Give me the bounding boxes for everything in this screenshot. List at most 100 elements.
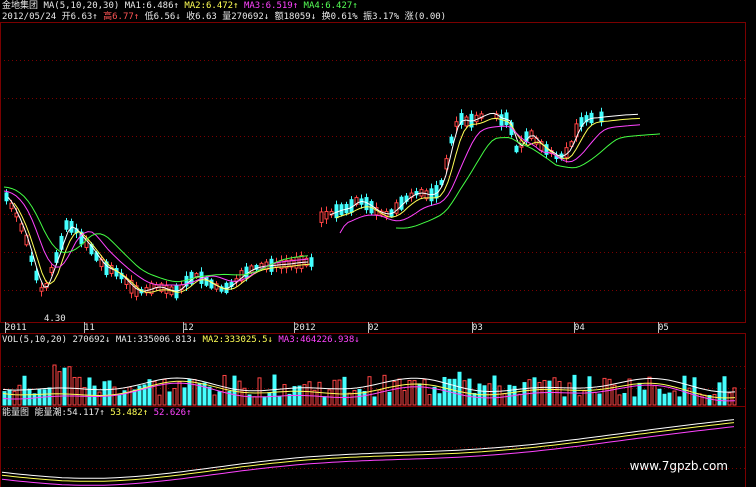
candle-body [324,210,329,220]
volume-bar [692,377,697,406]
candle-body [399,196,404,210]
volume-bar [167,391,172,406]
candle-body [319,211,324,223]
candle-body [114,267,119,277]
volume-bar [567,382,572,406]
volume-bar [237,380,242,406]
volume-bar [427,393,432,406]
volume-bar [502,393,507,406]
volume-bar [697,393,702,406]
volume-bar [172,388,177,406]
volume-bar [62,367,67,406]
volume-bar [382,374,387,406]
volume-bar [517,393,522,406]
volume-bar [192,378,197,406]
volume-bar [352,389,357,406]
candle-body [4,192,9,202]
volume-bar [337,379,342,406]
volume-bar [107,380,112,406]
volume-bar [177,381,182,406]
volume-bar [357,388,362,406]
volume-bar [402,390,407,406]
volume-bar [672,390,677,406]
volume-bar [322,396,327,406]
volume-bar [342,376,347,406]
volume-bar [617,394,622,406]
volume-bar [727,392,732,406]
volume-bar [587,376,592,406]
volume-bar [677,396,682,406]
stock-chart[interactable] [0,0,756,487]
volume-bar [537,382,542,406]
candle-body [464,116,469,127]
volume-bar [117,395,122,406]
volume-bar [317,381,322,406]
candle-body [514,145,519,153]
volume-bar [32,393,37,406]
volume-bar [77,376,82,406]
volume-bar [527,379,532,406]
volume-bar [497,385,502,406]
volume-bar [52,364,57,406]
volume-bar [267,392,272,406]
volume-bar [257,377,262,406]
volume-bar [197,383,202,406]
candle-body [449,136,454,144]
volume-bar [207,386,212,406]
panel-frame [0,406,746,487]
volume-bar [252,396,257,406]
ma2-line [335,117,641,219]
volume-bar [482,385,487,406]
volume-bar [612,384,617,406]
volume-bar [422,379,427,406]
volume-bar [472,392,477,406]
obv-line [1,419,735,479]
volume-bar [452,378,457,406]
volume-bar [437,393,442,406]
volume-bar [557,380,562,406]
volume-bar [547,380,552,406]
volume-bar [732,387,737,406]
volume-bar [12,390,17,406]
volume-bar [332,379,337,406]
volume-bar [657,388,662,406]
candle-body [434,185,439,199]
volume-bar [102,381,107,406]
candle-body [49,267,54,273]
candle-body [334,204,339,219]
volume-bar [307,381,312,406]
candle-body [39,287,44,292]
volume-bar [562,396,567,406]
volume-bar [717,382,722,406]
volume-bar [7,389,12,406]
volume-bar [222,374,227,406]
volume-bar [372,396,377,406]
volume-bar [507,384,512,406]
candle-body [454,121,459,127]
volume-bar [212,394,217,406]
volume-bar [397,378,402,406]
volume-bar [642,389,647,406]
volume-bar [392,381,397,406]
volume-bar [217,391,222,406]
volume-bar [27,388,32,406]
volume-bar [347,392,352,406]
volume-bar [627,378,632,406]
volume-bar [277,395,282,406]
volume-bar [492,375,497,406]
panel-frame [0,22,746,323]
volume-bar [182,387,187,406]
volume-bar [682,375,687,406]
volume-bar [592,391,597,406]
volume-bar [147,379,152,406]
volume-bar [367,376,372,406]
volume-bar [532,377,537,406]
candle-body [64,220,69,230]
volume-bar [652,385,657,406]
candle-body [244,266,249,278]
volume-bar [362,391,367,406]
volume-bar [72,376,77,406]
volume-bar [607,378,612,406]
candle-body [29,255,34,262]
volume-bar [702,394,707,406]
